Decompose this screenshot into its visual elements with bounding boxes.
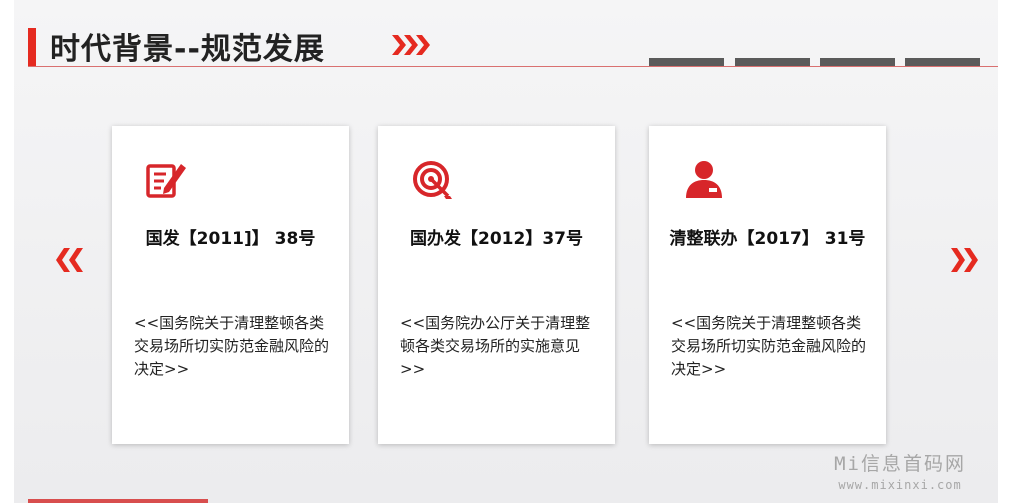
footer-accent-bar <box>28 499 208 503</box>
site-watermark: Mi信息首码网 www.mixinxi.com <box>834 449 966 492</box>
chevrons-right-icon[interactable] <box>950 246 978 274</box>
title-divider <box>28 66 998 67</box>
page-title: 时代背景--规范发展 <box>50 32 325 67</box>
user-icon <box>686 161 722 198</box>
chevrons-right-icon <box>392 35 430 55</box>
document-edit-icon <box>146 164 186 198</box>
card-1-heading: 国发【2011]】 38号 <box>145 229 316 249</box>
watermark-url: www.mixinxi.com <box>838 478 962 492</box>
policy-card-1[interactable]: 国发【2011]】 38号 <<国务院关于清理整顿各类交易场所切实防范金融风险的… <box>112 126 349 444</box>
policy-card-2[interactable]: 国办发【2012】37号 <<国务院办公厅关于清理整顿各类交易场所的实施意见>> <box>378 126 615 444</box>
header-tab-1[interactable] <box>649 58 724 66</box>
card-2-body: <<国务院办公厅关于清理整顿各类交易场所的实施意见>> <box>400 314 591 378</box>
right-edge <box>998 0 1024 503</box>
card-3-body: <<国务院关于清理整顿各类交易场所切实防范金融风险的决定>> <box>671 314 867 378</box>
title-accent-bar <box>28 28 36 66</box>
card-3-heading: 清整联办【2017】 31号 <box>669 229 866 249</box>
watermark-main-text: Mi信息首码网 <box>834 453 966 475</box>
card-2-heading: 国办发【2012】37号 <box>410 229 583 249</box>
header-tab-4[interactable] <box>905 58 980 66</box>
target-icon <box>413 161 452 199</box>
policy-card-3[interactable]: 清整联办【2017】 31号 <<国务院关于清理整顿各类交易场所切实防范金融风险… <box>649 126 886 444</box>
card-1-body: <<国务院关于清理整顿各类交易场所切实防范金融风险的决定>> <box>134 314 330 378</box>
header-tab-2[interactable] <box>735 58 810 66</box>
chevrons-left-icon[interactable] <box>56 246 84 274</box>
left-edge <box>0 0 14 503</box>
header-tab-3[interactable] <box>820 58 895 66</box>
